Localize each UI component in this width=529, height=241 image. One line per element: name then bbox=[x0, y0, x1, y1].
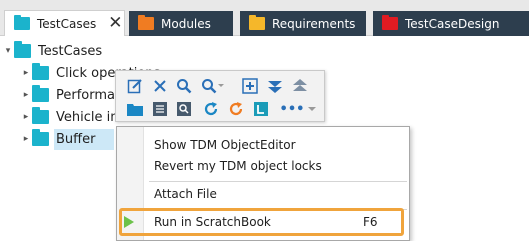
menu-item-attach-file[interactable]: Attach File bbox=[117, 183, 409, 205]
folder-icon bbox=[382, 15, 398, 30]
menu-item-show-tdm-objecteditor[interactable]: Show TDM ObjectEditor bbox=[117, 134, 409, 156]
list-icon[interactable] bbox=[151, 100, 169, 118]
search-icon[interactable] bbox=[175, 77, 193, 95]
tree-label: TestCases bbox=[38, 43, 103, 59]
edit-icon[interactable] bbox=[126, 77, 144, 95]
app-window: TestCases ✕ Modules Requirements TestCas… bbox=[0, 0, 529, 241]
tab-requirements[interactable]: Requirements bbox=[240, 11, 366, 36]
folder-icon bbox=[32, 85, 49, 102]
tree-item-buffer[interactable]: ▸ Buffer bbox=[20, 128, 95, 150]
tab-label: TestCaseDesign bbox=[405, 16, 500, 31]
tab-testcasedesign[interactable]: TestCaseDesign bbox=[373, 11, 529, 36]
expand-arrow-icon[interactable]: ▾ bbox=[2, 46, 14, 56]
tab-label: Requirements bbox=[272, 16, 356, 31]
folder-icon bbox=[14, 15, 30, 30]
tab-label: Modules bbox=[161, 16, 211, 31]
folder-icon bbox=[14, 41, 31, 58]
search-dropdown-icon[interactable] bbox=[200, 77, 226, 95]
expand-arrow-icon[interactable]: ▸ bbox=[20, 90, 32, 100]
annotation-highlight-box bbox=[119, 208, 404, 236]
collapse-up-icon[interactable] bbox=[291, 77, 309, 95]
refresh-orange-icon[interactable] bbox=[227, 100, 245, 118]
find-icon[interactable] bbox=[175, 100, 193, 118]
add-icon[interactable] bbox=[241, 77, 259, 95]
menu-item-label: Revert my TDM object locks bbox=[154, 159, 322, 173]
folder-icon bbox=[138, 15, 154, 30]
expand-arrow-icon[interactable]: ▸ bbox=[20, 112, 32, 122]
folder-icon bbox=[32, 63, 49, 80]
tab-bar: TestCases ✕ Modules Requirements TestCas… bbox=[0, 0, 529, 36]
menu-separator bbox=[149, 181, 407, 182]
chevron-down-icon[interactable] bbox=[303, 100, 321, 118]
folder-icon bbox=[249, 15, 265, 30]
folder-icon[interactable] bbox=[126, 100, 144, 118]
tab-label: TestCases bbox=[37, 16, 97, 31]
expand-arrow-icon[interactable]: ▸ bbox=[20, 134, 32, 144]
expand-arrow-icon[interactable]: ▸ bbox=[20, 68, 32, 78]
lock-icon[interactable] bbox=[252, 100, 270, 118]
mini-toolbar: ••• bbox=[115, 70, 325, 122]
close-icon[interactable]: ✕ bbox=[108, 15, 122, 32]
collapse-down-icon[interactable] bbox=[266, 77, 284, 95]
tab-modules[interactable]: Modules bbox=[129, 11, 233, 36]
menu-item-label: Attach File bbox=[154, 187, 217, 201]
menu-item-revert-locks[interactable]: Revert my TDM object locks bbox=[117, 155, 409, 177]
tab-testcases[interactable]: TestCases ✕ bbox=[4, 10, 125, 36]
menu-item-label: Show TDM ObjectEditor bbox=[154, 138, 296, 152]
delete-icon[interactable] bbox=[151, 77, 169, 95]
tree-root[interactable]: ▾ TestCases bbox=[2, 40, 102, 62]
folder-icon bbox=[32, 129, 49, 146]
tree-label: Buffer bbox=[56, 131, 96, 147]
refresh-blue-icon[interactable] bbox=[202, 100, 220, 118]
folder-icon bbox=[32, 107, 49, 124]
